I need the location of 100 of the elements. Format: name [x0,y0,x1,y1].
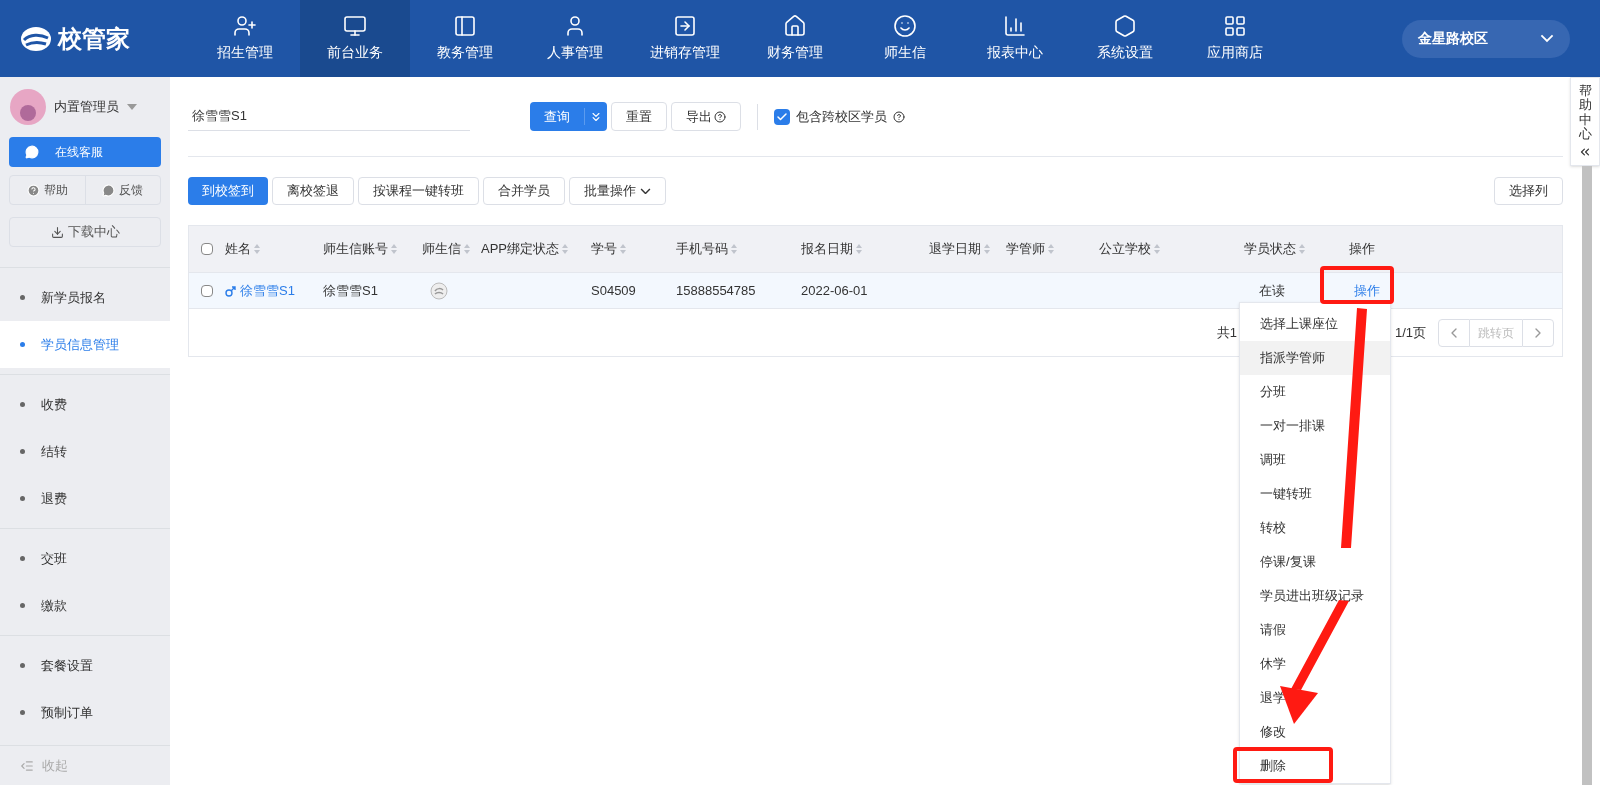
download-center-button[interactable]: 下载中心 [9,217,161,247]
menu-item[interactable]: 一对一排课 [1240,409,1390,443]
choose-columns-button[interactable]: 选择列 [1494,177,1563,205]
sort-icon[interactable] [390,243,398,255]
chevron-down-icon[interactable] [640,187,651,195]
reset-button[interactable]: 重置 [611,102,667,131]
sidebar-item[interactable]: 退费 [0,475,170,522]
help-center-label[interactable]: 帮助中心 [1578,84,1592,142]
arrow-box-icon [673,14,697,38]
menu-item[interactable]: 分班 [1240,375,1390,409]
column-header: 公立学校 [1099,240,1151,259]
menu-item[interactable]: 一键转班 [1240,477,1390,511]
menu-item[interactable]: 学员进出班级记录 [1240,579,1390,613]
column-header: 学号 [591,240,617,259]
sidebar-item[interactable]: 新学员报名 [0,274,170,321]
sidebar-item[interactable]: 结转 [0,428,170,475]
menu-item[interactable]: 选择上课座位 [1240,307,1390,341]
brand-name: 校管家 [58,23,130,54]
monitor-icon [343,14,367,38]
feedback-button[interactable]: 反馈 [85,176,160,204]
action-button[interactable]: 合并学员 [483,177,565,205]
online-service-button[interactable]: 在线客服 [9,137,161,167]
table-cell: 在读 [1259,282,1285,298]
previous-page-button[interactable] [1438,318,1470,347]
sort-icon[interactable] [855,243,863,255]
sidebar-item[interactable]: 学员信息管理 [0,321,170,368]
search-field[interactable]: 徐雪雪S1 [188,102,470,131]
column-header: 退学日期 [929,240,981,259]
table-cell: 15888554785 [676,282,756,298]
sidebar-item[interactable]: 交班 [0,535,170,582]
student-name-link[interactable]: 徐雪雪S1 [240,280,295,301]
campus-select[interactable]: 金星路校区 [1402,19,1570,58]
nav-tab[interactable]: 人事管理 [520,0,630,77]
smile-icon [893,14,917,38]
logo-icon [20,25,52,52]
sort-icon[interactable] [253,243,261,255]
sort-icon[interactable] [1153,243,1161,255]
nav-tab[interactable]: 前台业务 [300,0,410,77]
action-button[interactable]: 批量操作 [569,177,666,205]
user-plus-icon [233,14,257,38]
menu-item[interactable]: 转校 [1240,511,1390,545]
menu-item[interactable]: 请假 [1240,613,1390,647]
checkbox[interactable] [201,243,213,255]
sidebar-item[interactable]: 预制订单 [0,689,170,736]
column-header: 学管师 [1006,240,1045,259]
checkbox[interactable] [201,284,213,297]
sort-icon[interactable] [730,243,738,255]
help-icon [714,110,726,123]
table-cell: S04509 [591,282,636,298]
sort-icon[interactable] [1047,243,1055,255]
hexagon-icon [1113,14,1137,38]
nav-tab[interactable]: 教务管理 [410,0,520,77]
nav-tab[interactable]: 财务管理 [740,0,850,77]
next-page-button[interactable] [1522,318,1554,347]
help-icon[interactable] [893,110,905,123]
action-button[interactable]: 离校签退 [272,177,354,205]
nav-tab[interactable]: 应用商店 [1180,0,1290,77]
male-icon [225,284,236,297]
house-icon [783,14,807,38]
export-button[interactable]: 导出 [671,102,741,131]
user-name[interactable]: 内置管理员 [54,97,119,117]
menu-item[interactable]: 停课/复课 [1240,545,1390,579]
nav-tab[interactable]: 招生管理 [190,0,300,77]
operate-link[interactable]: 操作 [1354,282,1380,298]
menu-item[interactable]: 指派学管师 [1240,341,1390,375]
column-header: 操作 [1349,240,1375,259]
nav-tab[interactable]: 报表中心 [960,0,1070,77]
menu-item[interactable]: 调班 [1240,443,1390,477]
checkbox[interactable] [774,108,790,125]
page-jump-field[interactable]: 跳转页 [1470,318,1522,347]
table-cell: 徐雪雪S1 [323,282,378,298]
table-cell: 2022-06-01 [801,282,868,298]
nav-tab[interactable]: 系统设置 [1070,0,1180,77]
sort-icon[interactable] [983,243,991,255]
action-button[interactable]: 到校签到 [188,177,268,205]
menu-item[interactable]: 修改 [1240,715,1390,749]
chat-icon [25,145,39,159]
help-center-tab[interactable]: 帮助中心 [1570,77,1600,167]
grid-icon [1223,14,1247,38]
sidebar-item[interactable]: 套餐设置 [0,642,170,689]
column-header: 学员状态 [1244,240,1296,259]
sort-icon[interactable] [1298,243,1306,255]
caret-icon[interactable] [127,104,137,110]
sidebar-item[interactable]: 缴款 [0,582,170,629]
collapse-icon[interactable] [20,758,34,773]
nav-tab[interactable]: 师生信 [850,0,960,77]
column-header: 姓名 [225,240,251,259]
sort-icon[interactable] [463,243,471,255]
scrollbar[interactable] [1582,166,1592,785]
column-header: 报名日期 [801,240,853,259]
sort-icon[interactable] [561,243,569,255]
menu-item[interactable]: 休学 [1240,647,1390,681]
check-icon [776,110,788,123]
checkbox-label: 包含跨校区学员 [796,107,887,126]
help-button[interactable]: 帮助 [10,176,86,204]
sort-icon[interactable] [619,243,627,255]
action-button[interactable]: 按课程一键转班 [358,177,479,205]
sidebar-item[interactable]: 收费 [0,381,170,428]
nav-tab[interactable]: 进销存管理 [630,0,740,77]
download-icon [50,225,64,239]
